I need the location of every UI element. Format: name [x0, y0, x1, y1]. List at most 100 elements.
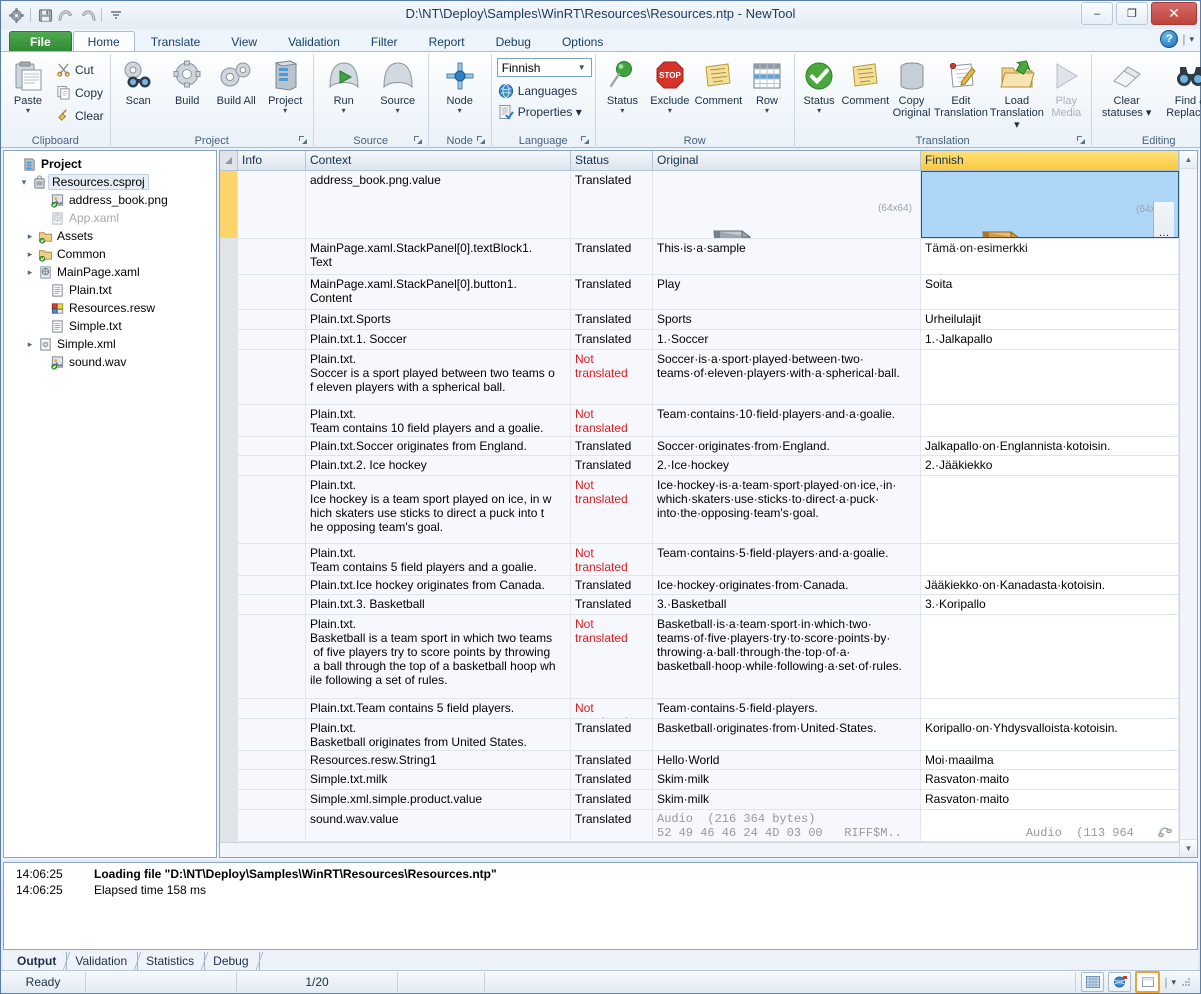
cell-target[interactable]: 2.·Jääkiekko — [921, 456, 1179, 476]
table-row[interactable]: Plain.txt. Soccer is a sport played betw… — [220, 350, 1179, 405]
play-media-button[interactable]: Play Media — [1045, 57, 1088, 119]
tab-report[interactable]: Report — [414, 31, 480, 52]
cell-original[interactable]: Hello·World — [653, 750, 921, 770]
cell-context[interactable]: MainPage.xaml.StackPanel[0].button1. Con… — [306, 274, 571, 310]
grid-horizontal-scrollbar[interactable] — [220, 841, 1179, 857]
cell-status[interactable]: Translated — [571, 770, 653, 790]
table-row[interactable]: sound.wav.value Translated Audio (216 36… — [220, 809, 1179, 842]
grid-view-button[interactable] — [1081, 972, 1105, 992]
cell-status[interactable]: Translated — [571, 171, 653, 238]
cell-original[interactable]: Basketball·originates·from·United·States… — [653, 718, 921, 750]
project-button[interactable]: Project ▾ — [261, 57, 310, 115]
properties-button[interactable]: Properties ▾ — [495, 101, 585, 122]
cell-status[interactable]: Translated — [571, 274, 653, 310]
cell-context[interactable]: Plain.txt. Ice hockey is a team sport pl… — [306, 476, 571, 543]
run-button[interactable]: Run ▾ — [317, 57, 371, 115]
build-button[interactable]: Build — [163, 57, 212, 107]
table-row[interactable]: MainPage.xaml.StackPanel[0].button1. Con… — [220, 274, 1179, 311]
grid-header-finnish[interactable]: Finnish — [921, 151, 1179, 170]
table-row[interactable]: Plain.txt. Basketball is a team sport in… — [220, 615, 1179, 699]
grid-header-info[interactable]: Info — [238, 151, 306, 170]
cell-target[interactable]: Jalkapallo·on·Englannista·kotoisin. — [921, 436, 1179, 456]
load-translation-button[interactable]: Load Translation ▾ — [989, 57, 1045, 131]
row-selector[interactable] — [220, 809, 238, 841]
row-selector[interactable] — [220, 718, 238, 750]
translation-dialog-launcher-icon[interactable] — [1076, 135, 1086, 145]
clear-button[interactable]: Clear — [52, 105, 107, 126]
cell-target[interactable]: Koripallo·on·Yhdysvalloista·kotoisin. — [921, 718, 1179, 750]
cell-target[interactable]: Soita — [921, 274, 1179, 310]
cell-original[interactable]: Ice·hockey·originates·from·Canada. — [653, 575, 921, 595]
cell-original[interactable]: Basketball·is·a·team·sport·in·which·two·… — [653, 615, 921, 698]
output-tab-statistics[interactable]: Statistics — [138, 952, 206, 970]
language-dialog-launcher-icon[interactable] — [580, 135, 590, 145]
tree-item-simple-xml[interactable]: ▸ Simple.xml — [4, 335, 216, 353]
tab-file[interactable]: File — [9, 31, 72, 52]
cell-status[interactable]: Translated — [571, 790, 653, 809]
table-row[interactable]: Plain.txt.3. Basketball Translated 3.·Ba… — [220, 595, 1179, 616]
chevron-down-icon[interactable]: ▼ — [578, 63, 589, 72]
cut-button[interactable]: Cut — [52, 59, 107, 80]
source-dialog-launcher-icon[interactable] — [413, 135, 423, 145]
tree-expander-csproj[interactable]: ▾ — [18, 177, 30, 188]
cell-context[interactable]: address_book.png.value — [306, 171, 571, 238]
cell-context[interactable]: Simple.xml.simple.product.value — [306, 790, 571, 809]
row-button[interactable]: Row ▾ — [743, 57, 790, 115]
source-caret-icon[interactable]: ▾ — [396, 107, 400, 115]
output-tab-debug[interactable]: Debug — [205, 952, 260, 970]
cell-status[interactable]: Not translated — [571, 476, 653, 543]
cell-status[interactable]: Translated — [571, 310, 653, 330]
scroll-down-icon[interactable]: ▼ — [1180, 839, 1197, 857]
cell-original[interactable]: Ice·hockey·is·a·team·sport·played·on·ice… — [653, 476, 921, 543]
grid-header-original[interactable]: Original — [653, 151, 921, 170]
table-row[interactable]: Simple.txt.milk Translated Skim·milk Ras… — [220, 770, 1179, 791]
table-row[interactable]: MainPage.xaml.StackPanel[0].textBlock1. … — [220, 239, 1179, 275]
table-row[interactable]: Plain.txt. Ice hockey is a team sport pl… — [220, 476, 1179, 544]
cell-context[interactable]: Plain.txt. Team contains 10 field player… — [306, 404, 571, 436]
cell-status[interactable]: Translated — [571, 575, 653, 595]
translation-status-button[interactable]: Status ▾ — [798, 57, 841, 115]
table-row[interactable]: Plain.txt.1. Soccer Translated 1.·Soccer… — [220, 330, 1179, 351]
cell-status[interactable]: Translated — [571, 436, 653, 456]
row-selector[interactable] — [220, 436, 238, 456]
cell-original[interactable]: 2.·Ice·hockey — [653, 456, 921, 476]
tree-expander-simple-xml[interactable]: ▸ — [24, 339, 36, 350]
cell-context[interactable]: Simple.txt.milk — [306, 770, 571, 790]
cell-context[interactable]: Plain.txt.Sports — [306, 310, 571, 330]
table-row[interactable]: Resources.resw.String1 Translated Hello·… — [220, 750, 1179, 771]
cell-original[interactable]: 1.·Soccer — [653, 330, 921, 350]
row-selector[interactable] — [220, 456, 238, 476]
tab-view[interactable]: View — [216, 31, 272, 52]
exclude-button[interactable]: STOP Exclude ▾ — [646, 57, 693, 115]
cell-status[interactable]: Translated — [571, 718, 653, 750]
tab-debug[interactable]: Debug — [481, 31, 546, 52]
cell-context[interactable]: Plain.txt.2. Ice hockey — [306, 456, 571, 476]
web-view-button[interactable] — [1108, 972, 1132, 992]
cell-target[interactable] — [921, 350, 1179, 404]
row-selector[interactable] — [220, 750, 238, 770]
build-all-button[interactable]: Build All — [212, 57, 261, 107]
cell-original[interactable]: Soccer·originates·from·England. — [653, 436, 921, 456]
cell-original[interactable]: 3.·Basketball — [653, 595, 921, 615]
table-row[interactable]: Simple.xml.simple.product.value Translat… — [220, 790, 1179, 810]
scan-button[interactable]: Scan — [114, 57, 163, 107]
node-caret-icon[interactable]: ▾ — [458, 107, 462, 115]
cell-editor-button[interactable]: … — [1153, 202, 1174, 237]
ribbon-collapse-icon[interactable]: ▾ — [1189, 34, 1194, 45]
output-log[interactable]: 14:06:25 Loading file "D:\NT\Deploy\Samp… — [3, 862, 1198, 950]
project-dialog-launcher-icon[interactable] — [298, 135, 308, 145]
table-row[interactable]: Plain.txt.Sports Translated Sports Urhei… — [220, 310, 1179, 331]
paste-caret-icon[interactable]: ▾ — [26, 107, 30, 115]
cell-context[interactable]: Resources.resw.String1 — [306, 750, 571, 770]
cell-target[interactable]: Urheilulajit — [921, 310, 1179, 330]
cell-context[interactable]: Plain.txt.Soccer originates from England… — [306, 436, 571, 456]
cell-context[interactable]: Plain.txt. Team contains 5 field players… — [306, 543, 571, 575]
row-selector[interactable] — [220, 476, 238, 543]
tree-item-sound-wav[interactable]: sound.wav — [4, 353, 216, 371]
grid-vertical-scrollbar[interactable]: ▲ ▼ — [1179, 151, 1197, 857]
cell-context[interactable]: Plain.txt. Soccer is a sport played betw… — [306, 350, 571, 404]
cell-context[interactable]: Plain.txt.Team contains 5 field players. — [306, 698, 571, 718]
cell-status[interactable]: Not translated — [571, 698, 653, 718]
cell-context[interactable]: sound.wav.value — [306, 809, 571, 841]
tree-item-app-xaml[interactable]: App.xaml — [4, 209, 216, 227]
